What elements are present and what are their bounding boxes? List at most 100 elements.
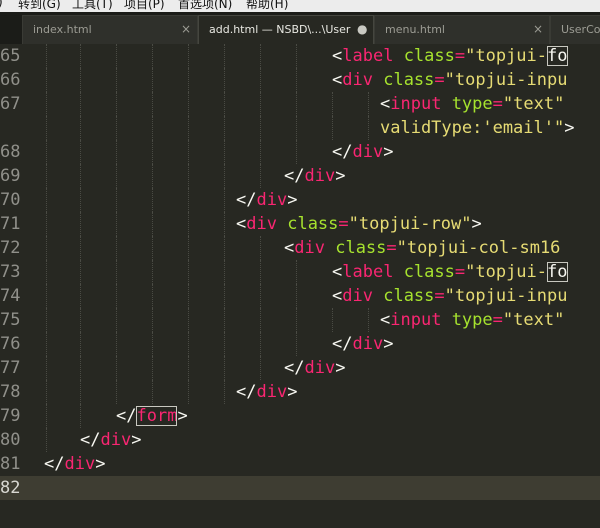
indent-guide bbox=[296, 284, 297, 308]
code-line[interactable]: <input type="text" bbox=[380, 308, 575, 332]
indent-guide bbox=[116, 284, 117, 308]
indent-guide bbox=[296, 44, 297, 68]
tab-add-html[interactable]: add.html — NSBD\...\User ● bbox=[198, 15, 374, 44]
code-token: type bbox=[451, 94, 493, 114]
code-line[interactable]: <div class="topjui-inpu bbox=[332, 284, 567, 308]
tab-index-html[interactable]: index.html × bbox=[22, 15, 198, 44]
code-line[interactable]: validType:'email'"> bbox=[380, 116, 574, 140]
line-number: 77 bbox=[0, 358, 21, 378]
code-line[interactable]: <input type="text" bbox=[380, 92, 575, 116]
indent-guide bbox=[296, 308, 297, 332]
close-icon[interactable]: × bbox=[533, 22, 543, 36]
indent-guide bbox=[296, 140, 297, 164]
code-editor[interactable]: 65 66 67 68 69 70 71 72 73 74 75 76 77 78 79 80 81 82 <la… bbox=[0, 44, 600, 528]
code-line[interactable]: </div> bbox=[44, 452, 105, 476]
indent-guide bbox=[152, 308, 153, 332]
indent-guide bbox=[116, 116, 117, 140]
code-token: > bbox=[177, 406, 188, 426]
code-token: "topjui-col-sm16 bbox=[396, 238, 561, 258]
indent-guide bbox=[224, 68, 225, 92]
code-token: </ bbox=[116, 406, 137, 426]
indent-guide bbox=[80, 284, 81, 308]
code-line[interactable]: </div> bbox=[332, 140, 393, 164]
code-token: fo bbox=[547, 262, 568, 282]
indent-guide bbox=[46, 260, 47, 284]
indent-guide bbox=[46, 68, 47, 92]
code-token: div bbox=[304, 166, 336, 186]
code-token: < bbox=[380, 94, 391, 114]
unsaved-dot-icon[interactable]: ● bbox=[357, 22, 367, 36]
indent-guide bbox=[224, 92, 225, 116]
indent-guide bbox=[188, 212, 189, 236]
line-number: 76 bbox=[0, 334, 21, 354]
tab-label: index.html bbox=[33, 23, 92, 36]
indent-guide bbox=[224, 164, 225, 188]
indent-guide bbox=[260, 332, 261, 356]
code-token: </ bbox=[284, 166, 305, 186]
code-token: div bbox=[352, 334, 384, 354]
code-line[interactable]: </div> bbox=[332, 332, 393, 356]
menu-item-partial[interactable]: ​) bbox=[0, 0, 3, 9]
indent-guide bbox=[188, 236, 189, 260]
menu-item-project[interactable]: 项目(P) bbox=[124, 0, 165, 12]
tab-bar: index.html × add.html — NSBD\...\User ● … bbox=[0, 12, 600, 44]
indent-guide bbox=[152, 44, 153, 68]
indent-guide bbox=[46, 116, 47, 140]
code-token: > bbox=[383, 142, 394, 162]
line-number: 68 bbox=[0, 142, 21, 162]
code-line[interactable]: <div class="topjui-row"> bbox=[236, 212, 482, 236]
indent-guide bbox=[224, 116, 225, 140]
line-number: 71 bbox=[0, 214, 21, 234]
close-icon[interactable]: × bbox=[181, 22, 191, 36]
indent-guide bbox=[224, 236, 225, 260]
code-line[interactable]: </div> bbox=[80, 428, 141, 452]
indent-guide bbox=[46, 140, 47, 164]
code-line[interactable]: <div class="topjui-col-sm16 bbox=[284, 236, 560, 260]
indent-guide bbox=[80, 308, 81, 332]
indent-guide bbox=[80, 404, 81, 428]
code-token: "topjui- bbox=[465, 262, 548, 282]
code-token: = bbox=[338, 214, 349, 234]
indent-guide bbox=[332, 308, 333, 332]
code-line[interactable]: </div> bbox=[236, 188, 297, 212]
indent-guide bbox=[116, 68, 117, 92]
code-token: > bbox=[287, 382, 298, 402]
code-token: div bbox=[100, 430, 132, 450]
tab-menu-html[interactable]: menu.html × bbox=[374, 15, 550, 44]
tab-usercon[interactable]: UserCon bbox=[550, 15, 600, 44]
code-token: > bbox=[287, 190, 298, 210]
indent-guide bbox=[224, 44, 225, 68]
code-token: "topjui- bbox=[465, 46, 548, 66]
indent-guide bbox=[224, 212, 225, 236]
indent-guide bbox=[224, 356, 225, 380]
indent-guide bbox=[80, 212, 81, 236]
menu-item-preferences[interactable]: 首选项(N) bbox=[178, 0, 232, 12]
code-line[interactable]: </form> bbox=[116, 404, 188, 428]
code-token: < bbox=[332, 262, 343, 282]
code-line[interactable]: <label class="topjui-fo bbox=[332, 44, 568, 68]
code-token: </ bbox=[332, 142, 353, 162]
code-line[interactable]: <label class="topjui-fo bbox=[332, 260, 568, 284]
menu-item-tools[interactable]: 工具(T) bbox=[72, 0, 113, 12]
code-line[interactable]: </div> bbox=[236, 380, 297, 404]
code-token: > bbox=[131, 430, 142, 450]
line-number: 78 bbox=[0, 382, 21, 402]
indent-guide bbox=[296, 68, 297, 92]
menu-item-goto[interactable]: 转到(G) bbox=[18, 0, 61, 12]
indent-guide bbox=[188, 308, 189, 332]
indent-guide bbox=[80, 92, 81, 116]
code-line[interactable]: </div> bbox=[284, 356, 345, 380]
indent-guide bbox=[46, 332, 47, 356]
code-token: div bbox=[64, 454, 96, 474]
indent-guide bbox=[116, 308, 117, 332]
current-line-highlight bbox=[0, 476, 600, 500]
menu-item-help[interactable]: 帮助(H) bbox=[246, 0, 288, 12]
code-line[interactable]: <div class="topjui-inpu bbox=[332, 68, 567, 92]
indent-guide bbox=[46, 188, 47, 212]
code-token: "topjui-inpu bbox=[444, 286, 568, 306]
code-line[interactable]: </div> bbox=[284, 164, 345, 188]
indent-guide bbox=[80, 332, 81, 356]
